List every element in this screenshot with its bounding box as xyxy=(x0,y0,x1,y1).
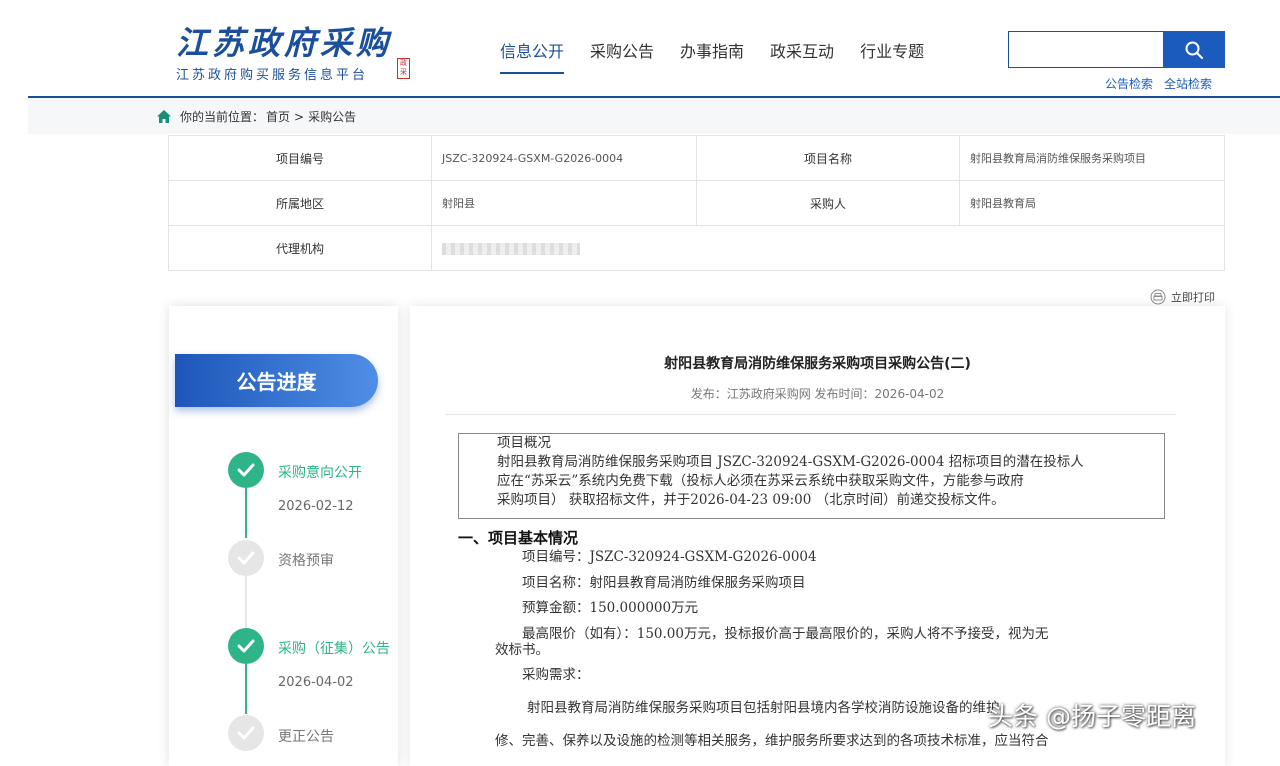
region-label: 所属地区 xyxy=(168,180,432,226)
project-info-table: 项目编号 JSZC-320924-GSXM-G2026-0004 项目名称 射阳… xyxy=(168,135,1225,271)
check-icon xyxy=(237,726,255,740)
section-heading: 一、项目基本情况 xyxy=(458,529,579,547)
breadcrumb-separator: > xyxy=(294,109,305,124)
logo-calligraphy[interactable]: 江苏政府采购 xyxy=(176,18,392,64)
doc-line: 最高限价（如有）：150.00万元，投标报价高于最高限价的，采购人将不予接受，视… xyxy=(522,626,1049,642)
project-name-value: 射阳县教育局消防维保服务采购项目 xyxy=(959,135,1225,181)
step-done-icon xyxy=(228,452,264,488)
progress-title: 公告进度 xyxy=(175,354,378,407)
search-icon xyxy=(1185,41,1204,59)
project-overview-box: 项目概况 射阳县教育局消防维保服务采购项目 JSZC-320924-GSXM-G… xyxy=(458,433,1165,519)
overview-line: 采购项目） 获取招标文件，并于2026-04-23 09:00 （北京时间）前递… xyxy=(497,492,1005,508)
overview-line: 应在“苏采云”系统内免费下载（投标人必须在苏采云系统中获取采购文件，方能参与政府 xyxy=(497,473,1024,489)
title-divider xyxy=(445,414,1176,415)
step-date: 2026-02-12 xyxy=(278,499,354,514)
buyer-value: 射阳县教育局 xyxy=(959,180,1225,226)
doc-line: 效标书。 xyxy=(495,642,549,658)
table-row: 代理机构 xyxy=(168,225,1225,271)
agency-label: 代理机构 xyxy=(168,225,432,271)
search-input[interactable] xyxy=(1009,32,1163,67)
doc-line: 射阳县教育局消防维保服务采购项目包括射阳县境内各学校消防设施设备的维护 xyxy=(527,700,1000,716)
check-icon xyxy=(237,463,255,477)
project-no-label: 项目编号 xyxy=(168,135,432,181)
doc-line: 项目编号：JSZC-320924-GSXM-G2026-0004 xyxy=(522,549,817,565)
step-label[interactable]: 更正公告 xyxy=(278,726,334,746)
check-icon xyxy=(237,639,255,653)
doc-line: 采购需求： xyxy=(522,667,590,683)
buyer-label: 采购人 xyxy=(696,180,960,226)
nav-item-procurement[interactable]: 采购公告 xyxy=(590,38,654,74)
breadcrumb: 你的当前位置： 首页 > 采购公告 xyxy=(156,108,356,125)
timeline-connector xyxy=(245,664,247,714)
timeline-connector xyxy=(245,488,247,538)
step-date: 2026-04-02 xyxy=(278,675,354,690)
site-search-link[interactable]: 全站检索 xyxy=(1164,75,1212,92)
step-label[interactable]: 资格预审 xyxy=(278,550,334,570)
watermark: 头条 @扬子零距离 xyxy=(988,702,1196,731)
search-links: 公告检索 全站检索 xyxy=(1105,75,1212,92)
announcement-meta: 发布：江苏政府采购网 发布时间：2026-04-02 xyxy=(690,387,945,401)
step-label[interactable]: 采购意向公开 xyxy=(278,462,362,482)
logo-seal: 政采 xyxy=(397,58,410,79)
check-icon xyxy=(237,551,255,565)
step-pending-icon xyxy=(228,540,264,576)
redacted-text xyxy=(442,242,580,255)
step-done-icon xyxy=(228,628,264,664)
doc-line: 预算金额：150.000000万元 xyxy=(522,600,699,616)
step-label[interactable]: 采购（征集）公告 xyxy=(278,638,390,658)
notice-search-link[interactable]: 公告检索 xyxy=(1105,75,1153,92)
nav-item-interaction[interactable]: 政采互动 xyxy=(770,38,834,74)
home-icon[interactable] xyxy=(156,109,172,124)
doc-line: 修、完善、保养以及设施的检测等相关服务，维护服务所要求达到的各项技术标准，应当符… xyxy=(495,733,1049,749)
nav-item-guide[interactable]: 办事指南 xyxy=(680,38,744,74)
printer-icon xyxy=(1150,289,1166,305)
nav-item-info[interactable]: 信息公开 xyxy=(500,38,565,74)
overview-title: 项目概况 xyxy=(497,435,551,451)
agency-value-redacted xyxy=(431,225,1225,271)
print-button[interactable]: 立即打印 xyxy=(1150,289,1215,305)
print-label: 立即打印 xyxy=(1171,291,1215,304)
project-name-label: 项目名称 xyxy=(696,135,960,181)
table-row: 所属地区 射阳县 采购人 射阳县教育局 xyxy=(168,180,1225,226)
table-row: 项目编号 JSZC-320924-GSXM-G2026-0004 项目名称 射阳… xyxy=(168,135,1225,181)
breadcrumb-prefix: 你的当前位置： xyxy=(180,110,265,124)
search-box xyxy=(1008,31,1164,68)
nav-item-topics[interactable]: 行业专题 xyxy=(860,38,924,74)
overview-line: 射阳县教育局消防维保服务采购项目 JSZC-320924-GSXM-G2026-… xyxy=(497,454,1084,470)
project-no-value: JSZC-320924-GSXM-G2026-0004 xyxy=(431,135,697,181)
search-button[interactable] xyxy=(1163,31,1225,68)
breadcrumb-home[interactable]: 首页 xyxy=(266,108,290,125)
region-value: 射阳县 xyxy=(431,180,697,226)
logo-subtitle: 江苏政府购买服务信息平台 xyxy=(176,68,369,83)
breadcrumb-current[interactable]: 采购公告 xyxy=(308,108,356,125)
timeline-connector xyxy=(245,576,247,628)
announcement-title: 射阳县教育局消防维保服务采购项目采购公告(二) xyxy=(664,356,971,372)
step-pending-icon xyxy=(228,715,264,751)
doc-line: 项目名称：射阳县教育局消防维保服务采购项目 xyxy=(522,575,806,591)
main-nav: 信息公开 采购公告 办事指南 政采互动 行业专题 xyxy=(500,38,924,74)
